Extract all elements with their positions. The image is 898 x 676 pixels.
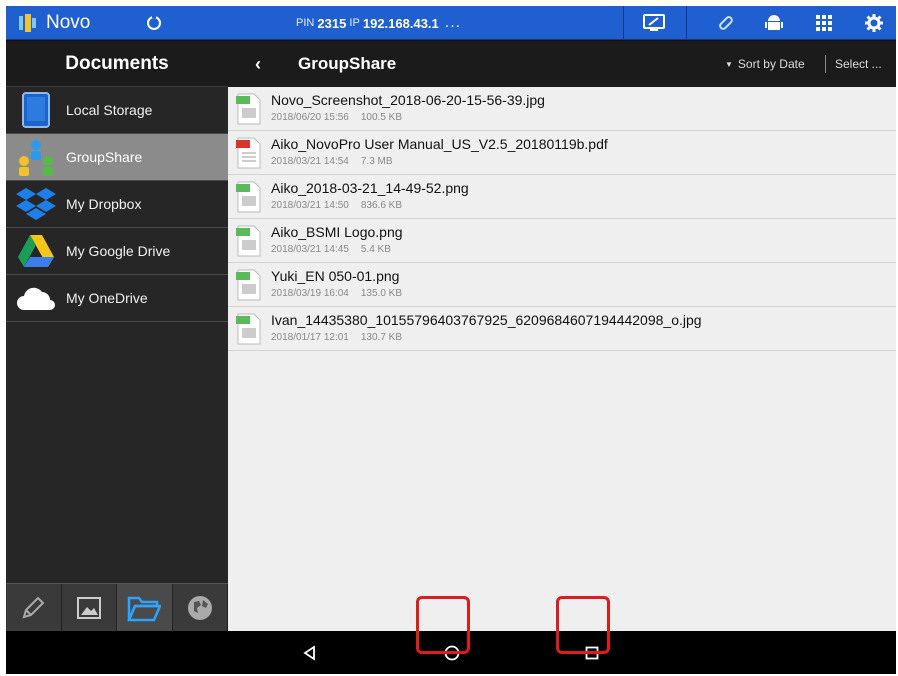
file-name: Aiko_BSMI Logo.png bbox=[271, 224, 403, 240]
dropdown-arrow-icon: ▼ bbox=[725, 59, 733, 69]
novo-app-window: Novo PIN 2315 IP 192.168.43.1... Documen… bbox=[6, 6, 896, 674]
file-date: 2018/06/20 15:56 bbox=[271, 112, 349, 123]
google-drive-icon bbox=[6, 228, 66, 275]
select-button[interactable]: Select ... bbox=[835, 41, 882, 87]
sidebar-item-onedrive[interactable]: My OneDrive bbox=[6, 275, 228, 322]
file-row[interactable]: Aiko_BSMI Logo.png 2018/03/21 14:45 5.4 K… bbox=[228, 219, 896, 263]
more-dots[interactable]: ... bbox=[445, 14, 461, 32]
content-header: ‹ GroupShare ▼ Sort by Date Select ... bbox=[228, 41, 896, 87]
folder-icon[interactable] bbox=[117, 584, 173, 632]
sidebar-item-label: My Dropbox bbox=[66, 196, 142, 212]
android-icon[interactable] bbox=[754, 6, 794, 40]
file-date: 2018/03/21 14:54 bbox=[271, 156, 349, 167]
file-name: Aiko_NovoPro User Manual_US_V2.5_2018011… bbox=[271, 136, 608, 152]
file-size: 5.4 KB bbox=[360, 244, 391, 255]
file-list: Novo_Screenshot_2018-06-20-15-56-39.jpg … bbox=[228, 87, 896, 351]
pen-icon[interactable] bbox=[6, 584, 62, 632]
file-size: 7.3 MB bbox=[360, 156, 393, 167]
sidebar-item-local-storage[interactable]: Local Storage bbox=[6, 87, 228, 134]
pin-value: 2315 bbox=[317, 15, 347, 31]
sort-label: Sort by Date bbox=[737, 57, 805, 71]
sidebar-item-dropbox[interactable]: My Dropbox bbox=[6, 181, 228, 228]
sidebar-item-groupshare[interactable]: GroupShare bbox=[6, 134, 228, 181]
file-size: 135.0 KB bbox=[360, 288, 403, 299]
sidebar-item-label: My Google Drive bbox=[66, 243, 171, 259]
dropbox-icon bbox=[6, 181, 66, 228]
file-size: 130.7 KB bbox=[360, 332, 403, 343]
highlight-box bbox=[556, 596, 610, 654]
grid-icon[interactable] bbox=[804, 6, 844, 40]
divider bbox=[825, 55, 826, 73]
file-row[interactable]: Yuki_EN 050-01.png 2018/03/19 16:04 135.0… bbox=[228, 263, 896, 307]
file-row[interactable]: Ivan_14435380_10155796403767925_62096846… bbox=[228, 307, 896, 351]
ip-value: 192.168.43.1 bbox=[362, 15, 439, 31]
image-icon[interactable] bbox=[62, 584, 117, 632]
onedrive-cloud-icon bbox=[6, 275, 66, 322]
sidebar-item-google-drive[interactable]: My Google Drive bbox=[6, 228, 228, 275]
highlight-box bbox=[416, 596, 470, 654]
connection-info: PIN 2315 IP 192.168.43.1... bbox=[296, 6, 496, 40]
file-row[interactable]: Aiko_NovoPro User Manual_US_V2.5_2018011… bbox=[228, 131, 896, 175]
file-name: Aiko_2018-03-21_14-49-52.png bbox=[271, 180, 469, 196]
sidebar-bottom-tabs bbox=[6, 583, 228, 632]
pin-label: PIN bbox=[296, 17, 315, 29]
group-users-icon bbox=[6, 134, 66, 181]
file-meta: 2018/01/17 12:01 130.7 KB bbox=[271, 332, 402, 343]
file-size: 836.6 KB bbox=[360, 200, 403, 211]
top-bar: Novo PIN 2315 IP 192.168.43.1... bbox=[6, 6, 896, 40]
globe-icon[interactable] bbox=[173, 584, 228, 632]
sort-by-date-button[interactable]: ▼ Sort by Date bbox=[725, 41, 805, 87]
file-date: 2018/01/17 12:01 bbox=[271, 332, 349, 343]
image-file-icon bbox=[236, 92, 262, 126]
file-date: 2018/03/19 16:04 bbox=[271, 288, 349, 299]
image-file-icon bbox=[236, 268, 262, 302]
file-name: Novo_Screenshot_2018-06-20-15-56-39.jpg bbox=[271, 92, 545, 108]
file-meta: 2018/03/19 16:04 135.0 KB bbox=[271, 288, 402, 299]
image-file-icon bbox=[236, 224, 262, 258]
tablet-icon bbox=[6, 87, 66, 134]
file-size: 100.5 KB bbox=[360, 112, 403, 123]
sidebar-item-label: My OneDrive bbox=[66, 290, 148, 306]
file-name: Ivan_14435380_10155796403767925_62096846… bbox=[271, 312, 702, 328]
image-file-icon bbox=[236, 312, 262, 346]
divider bbox=[623, 6, 624, 40]
ip-label: IP bbox=[349, 17, 360, 29]
file-row[interactable]: Aiko_2018-03-21_14-49-52.png 2018/03/21 … bbox=[228, 175, 896, 219]
back-triangle-icon[interactable] bbox=[290, 631, 330, 674]
file-date: 2018/03/21 14:50 bbox=[271, 200, 349, 211]
sidebar-item-label: Local Storage bbox=[66, 102, 153, 118]
pdf-file-icon bbox=[236, 136, 262, 170]
chevron-left-icon[interactable]: ‹ bbox=[246, 41, 270, 87]
folder-title: GroupShare bbox=[298, 54, 397, 73]
gear-icon[interactable] bbox=[854, 6, 894, 40]
file-browser: ‹ GroupShare ▼ Sort by Date Select ... No… bbox=[228, 41, 896, 631]
link-icon[interactable] bbox=[706, 6, 746, 40]
file-name: Yuki_EN 050-01.png bbox=[271, 268, 400, 284]
documents-sidebar: Documents Local Storage GroupShare My Dr… bbox=[6, 41, 228, 632]
file-date: 2018/03/21 14:45 bbox=[271, 244, 349, 255]
sidebar-item-label: GroupShare bbox=[66, 149, 143, 165]
file-meta: 2018/03/21 14:54 7.3 MB bbox=[271, 156, 393, 167]
file-meta: 2018/03/21 14:45 5.4 KB bbox=[271, 244, 391, 255]
file-meta: 2018/03/21 14:50 836.6 KB bbox=[271, 200, 402, 211]
sidebar-title: Documents bbox=[6, 41, 228, 87]
image-file-icon bbox=[236, 180, 262, 214]
app-name: Novo bbox=[46, 12, 91, 33]
file-meta: 2018/06/20 15:56 100.5 KB bbox=[271, 112, 402, 123]
refresh-icon[interactable] bbox=[140, 6, 168, 40]
divider bbox=[686, 6, 687, 40]
screen-share-icon[interactable] bbox=[631, 6, 677, 40]
file-row[interactable]: Novo_Screenshot_2018-06-20-15-56-39.jpg … bbox=[228, 87, 896, 131]
novo-logo-icon[interactable] bbox=[14, 6, 42, 40]
